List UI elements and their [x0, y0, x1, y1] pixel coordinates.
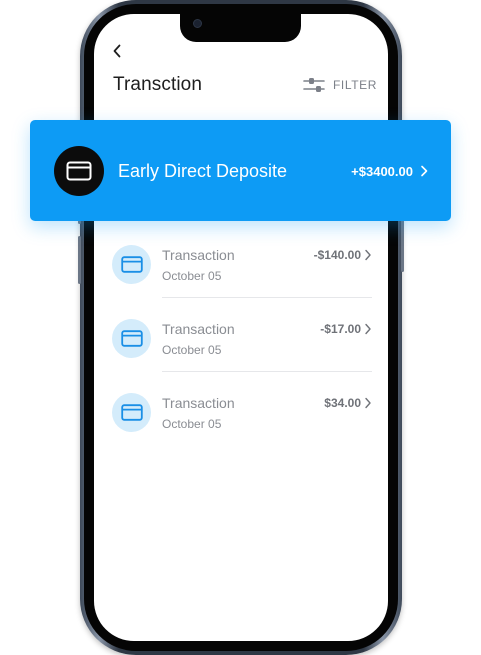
chevron-left-icon — [113, 44, 121, 58]
filter-label: FILTER — [333, 78, 378, 92]
filter-button[interactable]: FILTER — [303, 76, 377, 94]
credit-card-icon — [66, 161, 92, 181]
side-button-volume-down — [78, 236, 81, 284]
credit-card-icon — [120, 330, 143, 347]
transaction-title: Transaction — [162, 247, 235, 263]
chevron-right-icon — [365, 323, 371, 335]
transaction-row[interactable]: Transaction October 05 -$140.00 — [112, 245, 374, 319]
chevron-right-icon — [421, 165, 428, 177]
transaction-icon-badge — [112, 393, 151, 432]
transaction-title: Transaction — [162, 321, 235, 337]
row-divider — [162, 371, 372, 372]
credit-card-icon — [120, 256, 143, 273]
front-camera — [193, 19, 202, 28]
back-button[interactable] — [108, 42, 126, 60]
transaction-row[interactable]: Transaction October 05 -$17.00 — [112, 319, 374, 393]
chevron-right-icon — [365, 249, 371, 261]
transaction-icon-badge — [112, 245, 151, 284]
transaction-row[interactable]: Transaction October 05 $34.00 — [112, 393, 374, 467]
credit-card-icon — [120, 404, 143, 421]
chevron-right-icon — [365, 397, 371, 409]
sliders-icon — [303, 78, 325, 92]
transaction-title: Transaction — [162, 395, 235, 411]
transaction-date: October 05 — [162, 269, 222, 283]
deposit-amount: +$3400.00 — [351, 164, 413, 179]
transaction-date: October 05 — [162, 343, 222, 357]
transaction-icon-badge — [112, 319, 151, 358]
transaction-amount: $34.00 — [324, 396, 361, 410]
deposit-title: Early Direct Deposite — [118, 161, 288, 181]
transaction-amount: -$17.00 — [320, 322, 361, 336]
early-direct-deposit-card[interactable]: Early Direct Deposite +$3400.00 — [30, 120, 451, 221]
page-title: Transction — [113, 74, 202, 95]
transaction-amount: -$140.00 — [313, 248, 361, 262]
deposit-icon-badge — [54, 146, 104, 196]
transaction-date: October 05 — [162, 417, 222, 431]
row-divider — [162, 297, 372, 298]
